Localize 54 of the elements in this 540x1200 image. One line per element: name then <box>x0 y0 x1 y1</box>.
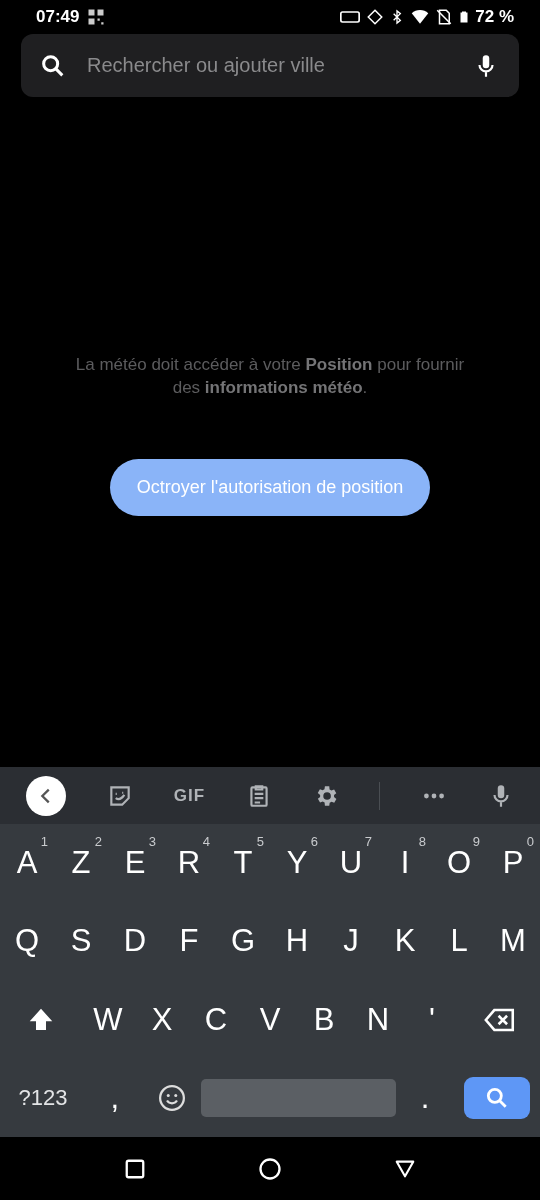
emoji-icon[interactable] <box>157 1082 188 1113</box>
key-hint: 0 <box>526 834 534 849</box>
key-hint: 3 <box>148 834 156 849</box>
key[interactable]: I 8 <box>378 824 432 903</box>
key[interactable]: E 3 <box>108 824 162 903</box>
wifi-icon <box>410 8 431 26</box>
key-hint: 5 <box>256 834 264 849</box>
collapse-button[interactable] <box>26 775 67 816</box>
key[interactable]: ' <box>405 980 459 1059</box>
key[interactable]: B <box>297 980 351 1059</box>
gif-button[interactable]: GIF <box>173 785 206 806</box>
no-sim-icon <box>435 8 454 26</box>
key[interactable]: Q <box>0 902 54 981</box>
key[interactable]: M <box>486 902 540 981</box>
key[interactable]: K <box>378 902 432 981</box>
permission-message: La météo doit accéder à votre Position pour fournir des informations météo. <box>74 354 466 399</box>
key[interactable]: G <box>216 902 270 981</box>
key[interactable]: R 4 <box>162 824 216 903</box>
key[interactable]: S <box>54 902 108 981</box>
key[interactable]: L <box>432 902 486 981</box>
key[interactable]: V <box>243 980 297 1059</box>
key[interactable]: Z 2 <box>54 824 108 903</box>
key[interactable]: F <box>162 902 216 981</box>
key[interactable]: Y 6 <box>270 824 324 903</box>
key[interactable]: W <box>81 980 135 1059</box>
key-hint: 9 <box>472 834 480 849</box>
key[interactable]: U 7 <box>324 824 378 903</box>
recents-icon[interactable] <box>124 1157 146 1180</box>
search-key[interactable] <box>463 1076 530 1119</box>
battery-percent: 72 % <box>475 7 514 27</box>
search-bar[interactable]: Rechercher ou ajouter ville <box>21 34 519 97</box>
qr-code-icon <box>87 8 106 26</box>
key[interactable]: D <box>108 902 162 981</box>
key-hint: 1 <box>40 834 48 849</box>
key-hint: 4 <box>202 834 210 849</box>
key[interactable]: X <box>135 980 189 1059</box>
key-hint: 7 <box>364 834 372 849</box>
home-icon[interactable] <box>258 1156 282 1181</box>
status-time: 07:49 <box>36 7 80 27</box>
key[interactable]: T 5 <box>216 824 270 903</box>
symbols-key[interactable]: ?123 <box>18 1084 68 1111</box>
key[interactable]: O 9 <box>432 824 486 903</box>
key[interactable]: A 1 <box>0 824 54 903</box>
key[interactable]: , <box>86 1058 144 1137</box>
key[interactable]: C <box>189 980 243 1059</box>
key[interactable]: J <box>324 902 378 981</box>
key[interactable]: H <box>270 902 324 981</box>
key-hint: 6 <box>310 834 318 849</box>
key[interactable]: . <box>396 1058 454 1137</box>
key-hint: 8 <box>418 834 426 849</box>
key-hint: 2 <box>94 834 102 849</box>
key[interactable]: N <box>351 980 405 1059</box>
key[interactable]: P 0 <box>486 824 540 903</box>
search-field[interactable]: Rechercher ou ajouter ville <box>85 53 455 78</box>
